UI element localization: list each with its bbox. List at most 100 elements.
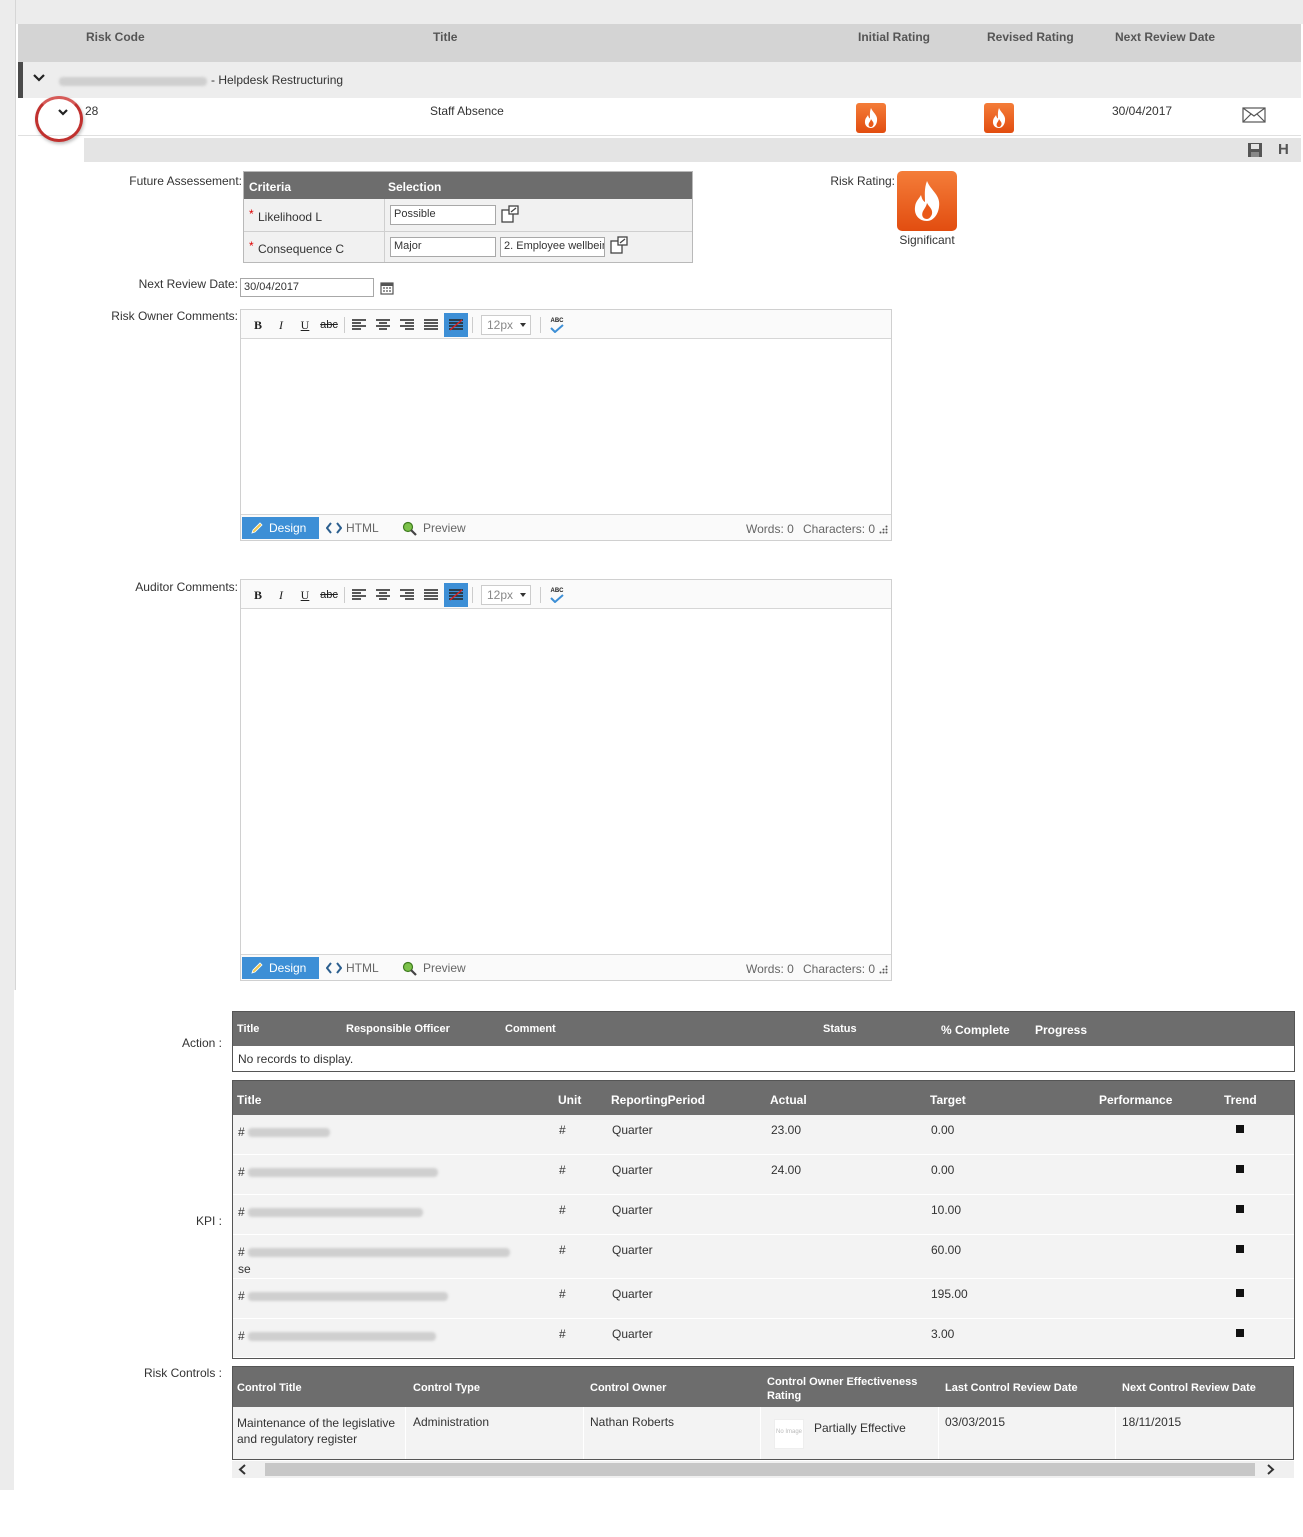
action-col-comment[interactable]: Comment xyxy=(505,1023,556,1035)
align-right-icon[interactable] xyxy=(397,585,417,605)
html-tab[interactable]: HTML xyxy=(326,517,396,539)
popup-select-icon[interactable] xyxy=(500,204,520,224)
font-size-select[interactable]: 12px xyxy=(481,315,531,335)
strikethrough-button[interactable]: abc xyxy=(319,585,339,605)
bold-button[interactable]: B xyxy=(248,315,268,335)
align-left-icon[interactable] xyxy=(349,585,369,605)
magnifier-icon xyxy=(402,521,417,536)
controls-col-type[interactable]: Control Type xyxy=(413,1382,480,1394)
save-icon[interactable] xyxy=(1247,142,1263,158)
format-clear-icon[interactable] xyxy=(444,313,468,337)
spellcheck-icon[interactable]: ABC xyxy=(547,315,567,335)
controls-col-next-review[interactable]: Next Control Review Date xyxy=(1122,1382,1256,1394)
magnifier-icon xyxy=(402,961,417,976)
underline-button[interactable]: U xyxy=(295,585,315,605)
consequence-category-field[interactable]: 2. Employee wellbeing xyxy=(500,237,605,257)
html-tab[interactable]: HTML xyxy=(326,957,396,979)
mail-icon[interactable] xyxy=(1242,107,1266,123)
risk-rating-label: Risk Rating: xyxy=(830,174,895,188)
col-next-review-date[interactable]: Next Review Date xyxy=(1115,30,1215,44)
kpi-row[interactable]: # # Quarter 23.00 0.00 xyxy=(233,1115,1294,1155)
kpi-row[interactable]: # # Quarter 3.00 xyxy=(233,1319,1294,1358)
consequence-field[interactable]: Major xyxy=(390,237,496,257)
col-title[interactable]: Title xyxy=(433,30,457,44)
design-tab[interactable]: Design xyxy=(242,957,319,979)
calendar-icon[interactable] xyxy=(380,281,394,295)
trend-square-icon xyxy=(1236,1245,1244,1253)
criteria-header: Criteria xyxy=(249,180,292,194)
action-col-title[interactable]: Title xyxy=(237,1023,259,1035)
underline-button[interactable]: U xyxy=(295,315,315,335)
scroll-right-icon[interactable] xyxy=(1265,1464,1275,1475)
preview-tab[interactable]: Preview xyxy=(402,957,482,979)
selection-header: Selection xyxy=(388,180,442,194)
scroll-left-icon[interactable] xyxy=(238,1464,248,1475)
pencil-icon xyxy=(251,962,263,974)
col-initial-rating[interactable]: Initial Rating xyxy=(858,30,930,44)
bold-button[interactable]: B xyxy=(248,585,268,605)
trend-square-icon xyxy=(1236,1289,1244,1297)
italic-button[interactable]: I xyxy=(271,585,291,605)
left-gutter-lower xyxy=(0,990,14,1490)
control-row[interactable]: Maintenance of the legislative and regul… xyxy=(233,1407,1293,1459)
kpi-col-trend[interactable]: Trend xyxy=(1224,1093,1257,1107)
action-col-complete[interactable]: % Complete xyxy=(941,1023,1010,1037)
align-center-icon[interactable] xyxy=(373,585,393,605)
action-col-progress[interactable]: Progress xyxy=(1035,1023,1087,1037)
controls-col-owner[interactable]: Control Owner xyxy=(590,1382,666,1394)
align-left-icon[interactable] xyxy=(349,315,369,335)
revised-rating-fire-icon xyxy=(984,103,1014,133)
format-clear-icon[interactable] xyxy=(444,583,468,607)
action-label: Action : xyxy=(181,1036,222,1050)
controls-col-effectiveness[interactable]: Control Owner Effectiveness Rating xyxy=(767,1375,937,1403)
controls-col-title[interactable]: Control Title xyxy=(237,1382,302,1394)
trend-square-icon xyxy=(1236,1165,1244,1173)
scrollbar-thumb[interactable] xyxy=(265,1463,1255,1476)
spellcheck-icon[interactable]: ABC xyxy=(547,585,567,605)
no-image-placeholder: No Image xyxy=(774,1419,804,1449)
horizontal-scrollbar[interactable] xyxy=(232,1461,1294,1478)
kpi-col-period[interactable]: ReportingPeriod xyxy=(611,1093,705,1107)
auditor-comments-editor: B I U abc 12px ABC Design HTML Preview W… xyxy=(240,579,892,981)
resize-handle-icon[interactable] xyxy=(878,964,888,974)
risk-row[interactable]: 28 Staff Absence 30/04/2017 xyxy=(18,96,1301,142)
history-button[interactable]: H xyxy=(1278,141,1289,158)
action-col-status[interactable]: Status xyxy=(823,1023,857,1035)
strikethrough-button[interactable]: abc xyxy=(319,315,339,335)
kpi-row[interactable]: # # Quarter 195.00 xyxy=(233,1279,1294,1319)
criteria-table-header: Criteria Selection xyxy=(244,172,692,199)
align-center-icon[interactable] xyxy=(373,315,393,335)
font-size-select[interactable]: 12px xyxy=(481,585,531,605)
kpi-col-performance[interactable]: Performance xyxy=(1099,1093,1172,1107)
italic-button[interactable]: I xyxy=(271,315,291,335)
kpi-row[interactable]: # se # Quarter 60.00 xyxy=(233,1235,1294,1279)
justify-icon[interactable] xyxy=(421,585,441,605)
preview-tab[interactable]: Preview xyxy=(402,517,482,539)
kpi-row[interactable]: # # Quarter 10.00 xyxy=(233,1195,1294,1235)
action-col-officer[interactable]: Responsible Officer xyxy=(346,1023,450,1035)
justify-icon[interactable] xyxy=(421,315,441,335)
kpi-col-actual[interactable]: Actual xyxy=(770,1093,807,1107)
controls-col-last-review[interactable]: Last Control Review Date xyxy=(945,1382,1078,1394)
kpi-col-target[interactable]: Target xyxy=(930,1093,966,1107)
likelihood-field[interactable]: Possible xyxy=(390,205,496,225)
kpi-col-unit[interactable]: Unit xyxy=(558,1093,581,1107)
trend-square-icon xyxy=(1236,1125,1244,1133)
caret-down-icon xyxy=(520,323,526,327)
chevron-down-icon[interactable] xyxy=(31,70,47,86)
consequence-label: Consequence C xyxy=(258,242,345,256)
criteria-table: Criteria Selection * Likelihood L Possib… xyxy=(243,171,693,263)
kpi-row[interactable]: # # Quarter 24.00 0.00 xyxy=(233,1155,1294,1195)
col-risk-code[interactable]: Risk Code xyxy=(86,30,145,44)
chevron-down-icon[interactable] xyxy=(56,105,70,119)
risk-rating-value: Significant xyxy=(899,233,955,247)
kpi-col-title[interactable]: Title xyxy=(237,1093,261,1107)
align-right-icon[interactable] xyxy=(397,315,417,335)
design-tab[interactable]: Design xyxy=(242,517,319,539)
popup-select-icon[interactable] xyxy=(609,235,629,255)
next-review-date-input[interactable]: 30/04/2017 xyxy=(240,278,374,297)
col-revised-rating[interactable]: Revised Rating xyxy=(987,30,1074,44)
resize-handle-icon[interactable] xyxy=(878,524,888,534)
risk-title[interactable]: Staff Absence xyxy=(430,104,504,118)
initial-rating-fire-icon xyxy=(856,103,886,133)
